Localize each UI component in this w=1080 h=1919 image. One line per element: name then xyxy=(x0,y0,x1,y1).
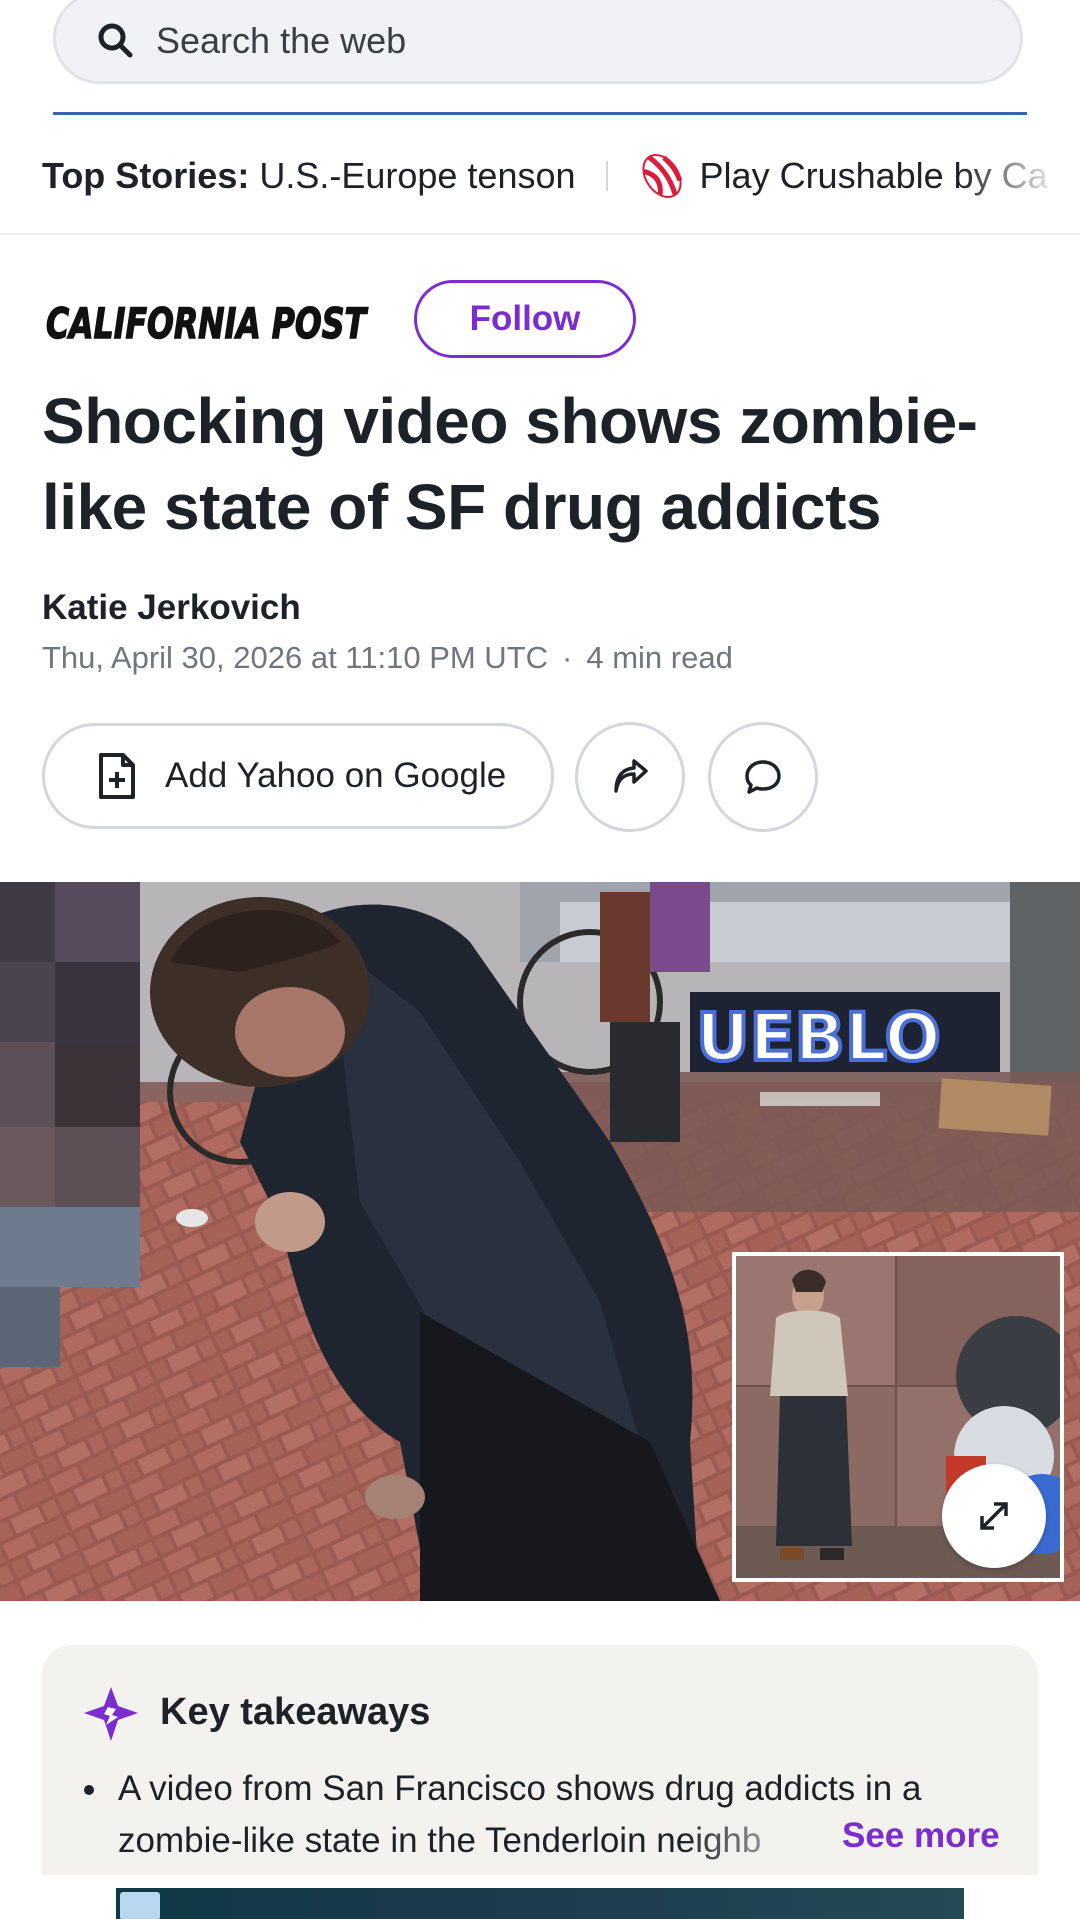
ad-logo xyxy=(120,1892,160,1919)
bullet-dot xyxy=(84,1785,94,1795)
add-yahoo-on-google-button[interactable]: Add Yahoo on Google xyxy=(42,723,554,829)
comments-button[interactable] xyxy=(708,722,818,832)
ai-sparkle-icon xyxy=(84,1687,138,1741)
expand-image-button[interactable] xyxy=(942,1464,1046,1568)
share-icon xyxy=(614,759,648,793)
search-icon xyxy=(98,23,133,58)
document-plus-icon xyxy=(99,753,135,799)
top-story-link[interactable]: U.S.-Europe tenson xyxy=(259,155,575,197)
share-button[interactable] xyxy=(575,722,685,832)
read-time: 4 min read xyxy=(586,640,733,675)
see-more-link[interactable]: See more xyxy=(836,1816,1000,1856)
meta-separator: · xyxy=(562,640,573,675)
expand-icon xyxy=(980,1502,1008,1530)
search-bar[interactable] xyxy=(53,0,1023,84)
article-headline: Shocking video shows zombie-like state o… xyxy=(42,385,978,543)
publish-date: Thu, April 30, 2026 at 11:10 PM UTC xyxy=(42,640,549,675)
ticker-divider xyxy=(605,161,608,191)
article-meta: Thu, April 30, 2026 at 11:10 PM UTC · 4 … xyxy=(42,640,733,676)
add-yahoo-label: Add Yahoo on Google xyxy=(165,756,507,795)
author-name[interactable]: Katie Jerkovich xyxy=(42,588,301,628)
ticker-fade xyxy=(960,148,1080,204)
see-more-fade xyxy=(682,1817,852,1871)
publisher-logo[interactable]: CALIFORNIA POST CALIFORNIA POST xyxy=(42,292,372,350)
bottom-ad-banner[interactable] xyxy=(116,1888,964,1919)
candy-icon xyxy=(641,154,682,198)
header-divider xyxy=(0,233,1080,235)
key-takeaways-panel: Key takeaways A video from San Francisco… xyxy=(42,1645,1038,1875)
key-takeaways-title: Key takeaways xyxy=(160,1691,431,1733)
search-input[interactable] xyxy=(154,19,938,63)
top-stories-label: Top Stories: xyxy=(42,155,250,196)
top-stories-ticker: Top Stories: U.S.-Europe tenson Play Cru… xyxy=(42,148,1080,204)
comment-icon xyxy=(745,760,781,794)
search-focus-underline xyxy=(53,112,1027,115)
graffiti-text: UEBLO xyxy=(696,999,941,1076)
follow-button[interactable]: Follow xyxy=(414,280,636,358)
